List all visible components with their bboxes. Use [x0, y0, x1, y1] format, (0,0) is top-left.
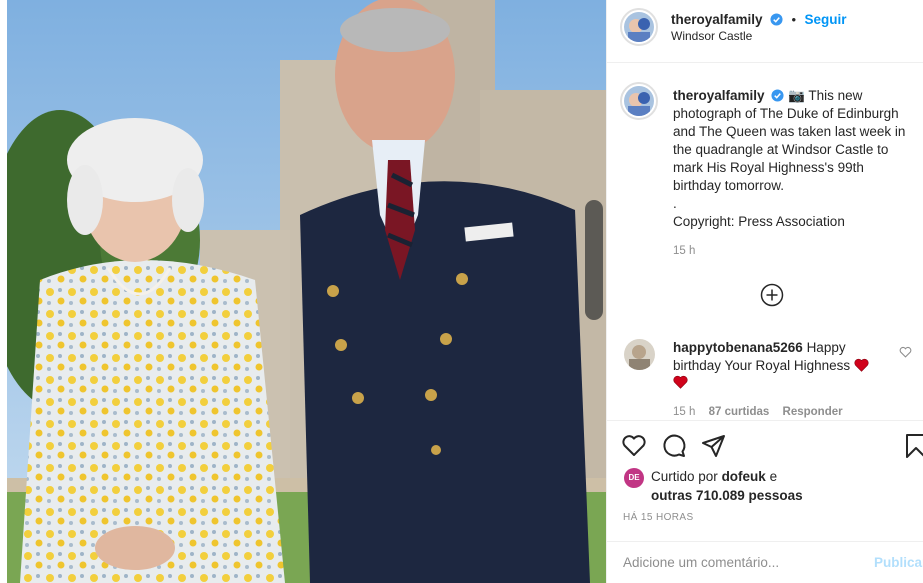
verified-badge-icon	[770, 13, 783, 26]
liker-avatar[interactable]: DE	[624, 468, 644, 488]
comment: happytobenana5266 Happy birthday Your Ro…	[673, 339, 907, 394]
bookmark-icon[interactable]	[903, 433, 923, 459]
caption-line: 📷 This new	[788, 88, 863, 103]
red-heart-emoji-icon	[854, 358, 869, 372]
separator-dot: •	[791, 12, 797, 27]
commenter-avatar[interactable]	[624, 339, 655, 370]
comment-icon[interactable]	[661, 433, 687, 459]
post-photo[interactable]	[0, 0, 606, 583]
commenter-username[interactable]: happytobenana5266	[673, 340, 803, 355]
likes-summary: Curtido por dofeuk e outras 710.089 pess…	[651, 467, 803, 505]
liker-avatar-label: DE	[628, 473, 640, 482]
liked-by-connector: e	[769, 469, 778, 484]
comment-likes[interactable]: 87 curtidas	[709, 406, 770, 418]
comment-bar: Publicar	[607, 541, 923, 583]
follow-button[interactable]: Seguir	[804, 12, 846, 27]
post-header: theroyalfamily • Seguir Windsor Castle	[607, 0, 923, 63]
caption-time[interactable]: 15 h	[673, 242, 919, 260]
caption-line: the quadrangle at Windsor Castle to	[673, 142, 889, 157]
caption-line: and The Queen was taken last week in	[673, 124, 906, 139]
caption-line: birthday tomorrow.	[673, 178, 785, 193]
liked-by-prefix: Curtido por	[651, 469, 718, 484]
share-icon[interactable]	[701, 433, 727, 459]
post-caption: theroyalfamily 📷 This new photograph of …	[673, 87, 919, 260]
verified-badge-icon	[771, 89, 784, 102]
comment-like-icon[interactable]	[899, 346, 912, 358]
comment-input[interactable]	[623, 555, 858, 570]
post-time-ago[interactable]: HÁ 15 HORAS	[623, 512, 694, 523]
heart-icon[interactable]	[621, 433, 647, 459]
post-side-panel: theroyalfamily • Seguir Windsor Castle t…	[606, 0, 923, 583]
caption-username[interactable]: theroyalfamily	[673, 88, 765, 103]
author-avatar[interactable]	[620, 8, 658, 46]
likes-count[interactable]: outras 710.089 pessoas	[651, 488, 803, 503]
add-circle-icon[interactable]	[760, 283, 784, 307]
red-heart-emoji-icon	[673, 375, 688, 389]
caption-line: photograph of The Duke of Edinburgh	[673, 106, 899, 121]
caption-line: Copyright: Press Association	[673, 214, 845, 229]
caption-line: .	[673, 196, 677, 211]
caption-avatar[interactable]	[620, 82, 658, 120]
post-comment-button[interactable]: Publicar	[874, 555, 923, 570]
reply-button[interactable]: Responder	[783, 406, 843, 418]
liked-by-user[interactable]: dofeuk	[722, 469, 766, 484]
photo-image	[0, 0, 606, 583]
comment-time[interactable]: 15 h	[673, 406, 695, 418]
comment-meta: 15 h 87 curtidas Responder	[673, 406, 843, 418]
comment-text: Happy	[806, 340, 846, 355]
author-username[interactable]: theroyalfamily	[671, 12, 763, 27]
post-location[interactable]: Windsor Castle	[671, 29, 752, 43]
action-section: DE Curtido por dofeuk e outras 710.089 p…	[607, 420, 923, 583]
caption-line: mark His Royal Highness's 99th	[673, 160, 864, 175]
comment-text: birthday Your Royal Highness	[673, 358, 851, 373]
